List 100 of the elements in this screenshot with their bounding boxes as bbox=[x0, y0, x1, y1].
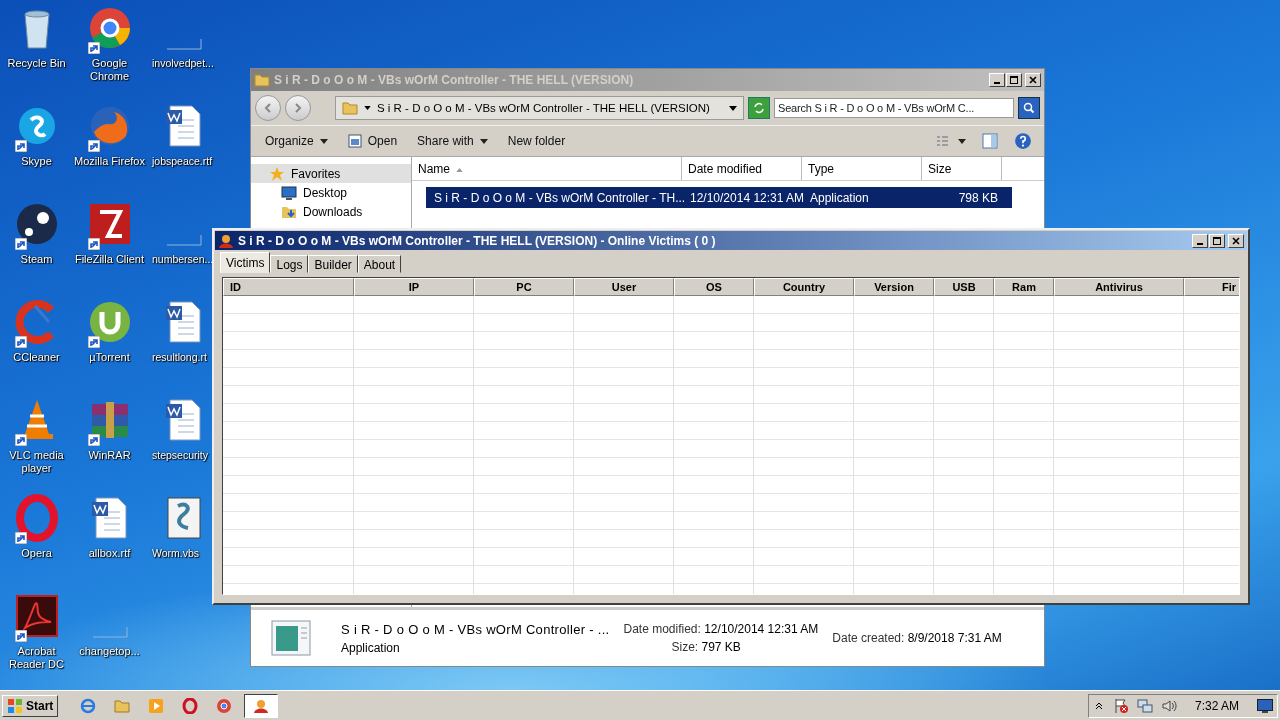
minimize-button[interactable] bbox=[989, 73, 1005, 87]
column-header[interactable]: PC bbox=[474, 278, 574, 296]
desktop-icon-label[interactable]: Recycle Bin bbox=[7, 57, 66, 70]
date-modified-text: Date modified: 12/10/2014 12:31 AM bbox=[623, 622, 819, 636]
minimize-button[interactable] bbox=[1192, 233, 1208, 248]
column-header[interactable]: Fir bbox=[1184, 278, 1239, 296]
blank-file-icon bbox=[91, 626, 128, 638]
desktop-icon-label[interactable]: Worm.vbs bbox=[152, 547, 200, 560]
refresh-icon bbox=[753, 102, 765, 114]
close-button[interactable] bbox=[1025, 73, 1041, 87]
column-header[interactable]: Antivirus bbox=[1054, 278, 1184, 296]
desktop-icon-label[interactable]: FileZilla Client bbox=[74, 253, 145, 266]
column-header[interactable]: Ram bbox=[994, 278, 1054, 296]
start-button[interactable]: Start bbox=[2, 694, 59, 717]
column-header[interactable]: Type bbox=[802, 157, 922, 180]
close-icon bbox=[1028, 75, 1038, 85]
refresh-button[interactable] bbox=[748, 97, 770, 119]
nav-label: Downloads bbox=[303, 204, 363, 219]
desktop-icon-label[interactable]: Opera bbox=[21, 547, 52, 560]
tab[interactable]: Logs bbox=[270, 255, 309, 273]
desktop-icon-label[interactable]: allbox.rtf bbox=[88, 547, 131, 560]
column-header[interactable]: Country bbox=[754, 278, 854, 296]
column-header[interactable]: Size bbox=[922, 157, 1002, 180]
pane-icon bbox=[982, 133, 998, 149]
column-header[interactable]: Name bbox=[412, 157, 682, 180]
toolbar-button[interactable]: Open bbox=[339, 131, 406, 151]
column-header[interactable]: User bbox=[574, 278, 674, 296]
desktop-icon-label[interactable]: WinRAR bbox=[88, 449, 131, 462]
star-icon bbox=[269, 165, 285, 182]
desktop-icon-label[interactable]: Google Chrome bbox=[73, 57, 146, 83]
column-header[interactable]: IP bbox=[354, 278, 474, 296]
desktop-icon-label[interactable]: resultlong.rt bbox=[152, 351, 207, 364]
monitor-icon bbox=[281, 184, 297, 201]
desktop-icon-label[interactable]: involvedpet... bbox=[152, 57, 214, 70]
maximize-button[interactable] bbox=[1006, 73, 1022, 87]
dropdown-caret-icon bbox=[729, 105, 737, 111]
network-icon[interactable] bbox=[1136, 697, 1153, 714]
caret-icon bbox=[364, 106, 371, 110]
flag-error-icon[interactable] bbox=[1112, 697, 1129, 714]
column-header[interactable]: USB bbox=[934, 278, 994, 296]
nav-label: Favorites bbox=[291, 166, 341, 181]
file-name: S i R - D o O o M - VBs wOrM Controller - ... bbox=[341, 621, 610, 637]
maximize-icon bbox=[1009, 75, 1019, 85]
show-desktop-button[interactable] bbox=[1257, 698, 1273, 713]
desktop-icon-label[interactable]: Acrobat Reader DC bbox=[0, 645, 73, 671]
toolbar-button[interactable]: Organize bbox=[257, 131, 336, 151]
desktop-icon-label[interactable]: stepsecurity bbox=[152, 449, 209, 462]
folder-icon bbox=[342, 100, 358, 116]
nav-item[interactable]: Desktop bbox=[251, 183, 411, 202]
file-row[interactable]: S i R - D o O o M - VBs wOrM Controller - TH... 12/10/2014 12:31 AM Application 798 KB bbox=[426, 187, 1012, 208]
column-header[interactable]: ID bbox=[223, 278, 354, 296]
close-icon bbox=[1231, 235, 1241, 246]
maximize-icon bbox=[1212, 235, 1222, 246]
folder-icon bbox=[254, 72, 270, 88]
tab[interactable]: About bbox=[357, 255, 402, 273]
file-type: Application bbox=[341, 640, 401, 655]
back-button[interactable] bbox=[255, 95, 281, 121]
tab[interactable]: Builder bbox=[308, 255, 358, 273]
window-title: S i R - D o O o M - VBs wOrM Controller - THE HELL (VERSION) bbox=[274, 73, 634, 87]
chevron-up-icon bbox=[1094, 701, 1103, 710]
app-icon[interactable] bbox=[244, 693, 279, 718]
desktop-icon-label[interactable]: µTorrent bbox=[89, 351, 130, 364]
desktop-icon-label[interactable]: CCleaner bbox=[13, 351, 60, 364]
desktop-icon-label[interactable]: Mozilla Firefox bbox=[74, 155, 145, 168]
help-icon bbox=[1014, 132, 1032, 150]
tab[interactable]: Victims bbox=[220, 252, 271, 273]
toolbar-button[interactable]: Share with bbox=[409, 131, 496, 151]
size-text: Size: 797 KB bbox=[670, 640, 742, 654]
clock[interactable]: 7:32 AM bbox=[1194, 698, 1239, 713]
nav-item[interactable]: Downloads bbox=[251, 202, 411, 221]
forward-button[interactable] bbox=[285, 95, 311, 121]
desktop-icon-label[interactable]: numbersen... bbox=[152, 253, 214, 266]
speaker-icon[interactable] bbox=[1160, 697, 1177, 714]
sort-arrow-icon bbox=[456, 167, 463, 172]
application-icon bbox=[271, 620, 311, 656]
search-field[interactable]: Search S i R - D o O o M - VBs wOrM C... bbox=[774, 98, 1014, 118]
window-title: S i R - D o O o M - VBs wOrM Controller - THE HELL (VERSION) - Online Victims ( 0 ) bbox=[238, 233, 716, 248]
close-button[interactable] bbox=[1228, 233, 1244, 248]
maximize-button[interactable] bbox=[1209, 233, 1225, 248]
minimize-icon bbox=[994, 82, 1000, 84]
desktop-icon-label[interactable]: Skype bbox=[21, 155, 52, 168]
list-view-icon bbox=[936, 135, 966, 147]
blank-file-icon bbox=[166, 234, 202, 246]
nav-item[interactable]: Favorites bbox=[251, 164, 411, 183]
address-bar[interactable]: S i R - D o O o M - VBs wOrM Controller - THE HELL (VERSION) bbox=[335, 96, 744, 120]
column-header[interactable]: Version bbox=[854, 278, 934, 296]
column-header[interactable]: Date modified bbox=[682, 157, 802, 180]
toolbar-button[interactable]: New folder bbox=[499, 131, 574, 151]
desktop-icon-label[interactable]: VLC media player bbox=[0, 449, 73, 475]
desktop-icon-label[interactable]: jobspeace.rtf bbox=[152, 155, 213, 168]
minimize-icon bbox=[1197, 242, 1203, 245]
address-path: S i R - D o O o M - VBs wOrM Controller - THE HELL (VERSION) bbox=[377, 102, 711, 114]
nav-label: Desktop bbox=[303, 185, 348, 200]
monitor-icon bbox=[1257, 698, 1273, 713]
search-button[interactable] bbox=[1018, 97, 1040, 119]
desktop-icon-label[interactable]: Steam bbox=[20, 253, 53, 266]
windows-logo-icon bbox=[7, 697, 23, 714]
app-icon bbox=[218, 232, 234, 249]
date-created-text: Date created: 8/9/2018 7:31 AM bbox=[832, 631, 1002, 645]
column-header[interactable]: OS bbox=[674, 278, 754, 296]
